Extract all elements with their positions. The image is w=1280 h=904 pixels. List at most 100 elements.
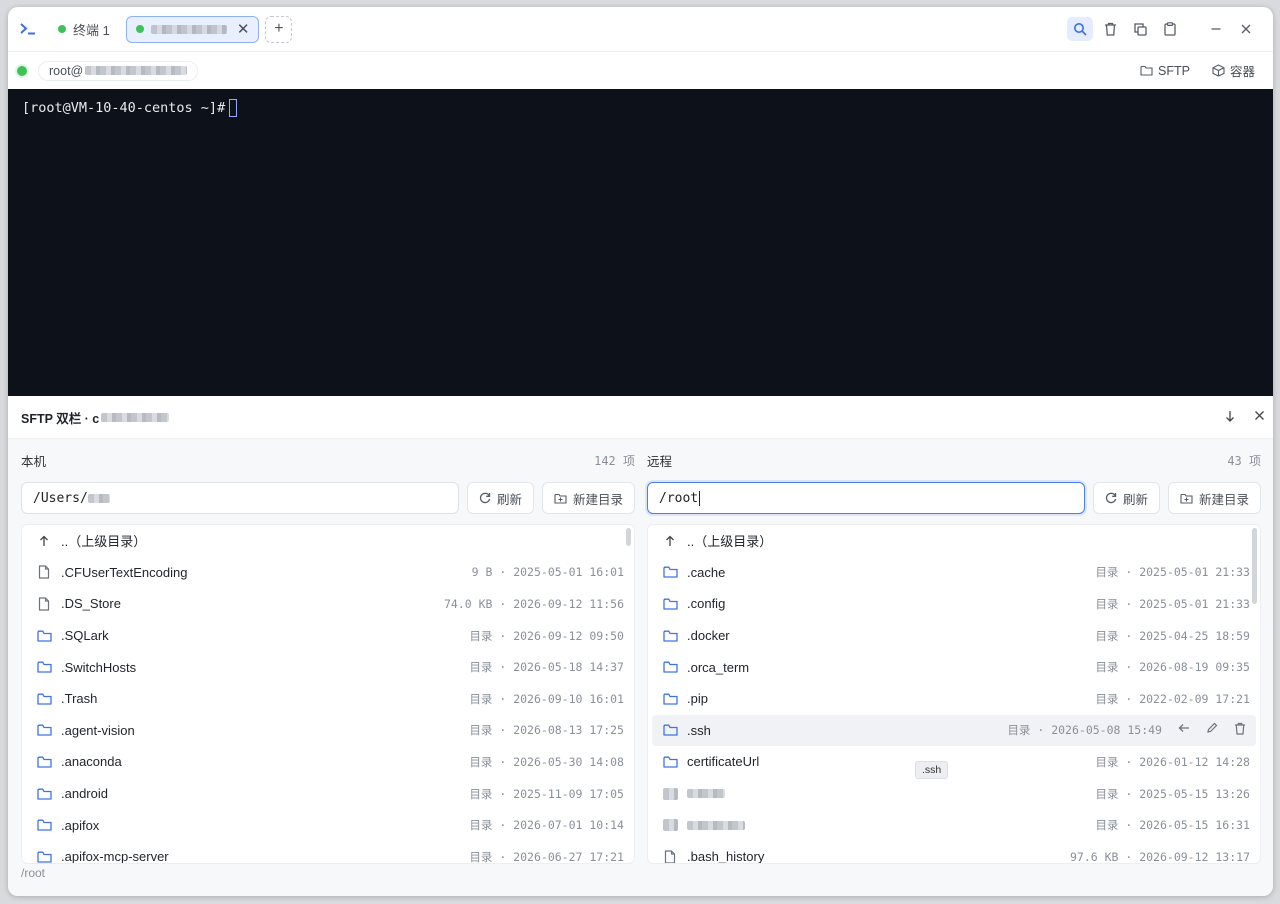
directory-row[interactable]: .anaconda 目录 · 2026-05-30 14:08	[22, 746, 634, 778]
row-meta: 目录 · 2025-04-25 18:59	[1095, 628, 1250, 643]
delete-trash-icon[interactable]	[1234, 722, 1246, 738]
local-path-input[interactable]: /Users/	[21, 482, 459, 514]
session-bar: root@ SFTP 容器	[8, 52, 1273, 89]
close-panel-icon[interactable]	[1254, 410, 1265, 425]
redacted-username	[87, 493, 110, 503]
folder-icon	[662, 659, 678, 675]
row-meta: 74.0 KB · 2026-09-12 11:56	[443, 596, 624, 611]
sftp-title: SFTP 双栏 · c	[21, 411, 100, 426]
directory-row[interactable]: .SwitchHosts 目录 · 2026-05-18 14:37	[22, 651, 634, 683]
directory-row[interactable]: .config 目录 · 2025-05-01 21:33	[648, 588, 1260, 620]
sftp-toggle-button[interactable]: SFTP	[1140, 61, 1190, 80]
terminal-logo-icon	[8, 7, 48, 52]
close-tab-icon[interactable]: ✕	[237, 20, 250, 38]
row-name: .docker	[687, 628, 730, 644]
toolbar-actions	[1067, 17, 1273, 41]
file-icon	[36, 564, 52, 580]
directory-row[interactable]: .agent-vision 目录 · 2026-08-13 17:25	[22, 715, 634, 747]
row-name: .cache	[687, 564, 726, 580]
local-file-list[interactable]: ..（上级目录） .CFUserTextEncoding 9 B · 2025-05…	[21, 524, 635, 864]
tab-remote-session[interactable]: ✕	[125, 15, 260, 43]
folder-icon	[36, 691, 52, 707]
folder-icon	[36, 722, 52, 738]
directory-row[interactable]: .Trash 目录 · 2026-09-10 16:01	[22, 683, 634, 715]
row-meta: 目录 · 2026-09-10 16:01	[469, 691, 624, 706]
clipboard-icon[interactable]	[1157, 17, 1183, 41]
sftp-header: SFTP 双栏 · c	[8, 396, 1273, 439]
file-row[interactable]: .CFUserTextEncoding 9 B · 2025-05-01 16:0…	[22, 557, 634, 589]
container-button[interactable]: 容器	[1212, 61, 1255, 80]
directory-row[interactable]: .pip 目录 · 2022-02-09 17:21	[648, 683, 1260, 715]
directory-row[interactable]: .android 目录 · 2025-11-09 17:05	[22, 778, 634, 810]
remote-pane: 远程 43 项 /root 刷新 新建目录 .ssh ..（上级目录） .cac…	[647, 451, 1261, 864]
download-arrow-icon[interactable]	[1178, 722, 1190, 738]
close-window-icon[interactable]	[1233, 17, 1259, 41]
rename-pencil-icon[interactable]	[1206, 722, 1218, 738]
local-refresh-button[interactable]: 刷新	[466, 482, 534, 514]
file-row[interactable]: .bash_history 97.6 KB · 2026-09-12 13:17	[648, 841, 1260, 864]
remote-path-input[interactable]: /root	[647, 482, 1085, 514]
box-icon	[1212, 64, 1225, 77]
copy-icon[interactable]	[1127, 17, 1153, 41]
host-prefix: root@	[49, 63, 84, 78]
row-name: .bash_history	[687, 849, 765, 864]
redacted-host-label	[150, 24, 227, 34]
row-meta: 目录 · 2025-11-09 17:05	[469, 786, 624, 801]
host-badge: root@	[38, 60, 199, 81]
add-tab-button[interactable]: +	[265, 15, 293, 43]
remote-refresh-button[interactable]: 刷新	[1092, 482, 1160, 514]
search-icon[interactable]	[1067, 17, 1093, 41]
tab-terminal-1[interactable]: 终端 1	[48, 16, 120, 43]
directory-row[interactable]: 目录 · 2025-05-15 13:26	[648, 778, 1260, 810]
directory-row[interactable]: .docker 目录 · 2025-04-25 18:59	[648, 620, 1260, 652]
remote-new-folder-button[interactable]: 新建目录	[1167, 482, 1261, 514]
new-folder-label: 新建目录	[1198, 492, 1249, 507]
directory-row[interactable]: .apifox 目录 · 2026-07-01 10:14	[22, 809, 634, 841]
remote-file-list[interactable]: .ssh ..（上级目录） .cache 目录 · 2025-05-01 21:33…	[647, 524, 1261, 864]
parent-directory-row[interactable]: ..（上级目录）	[648, 525, 1260, 557]
sftp-panel: SFTP 双栏 · c 本机 142 项 /Users/ 刷新 新建目录 ..（…	[8, 396, 1273, 896]
directory-row[interactable]: .ssh 目录 · 2026-05-08 15:49	[652, 714, 1256, 747]
folder-icon	[36, 754, 52, 770]
remote-pane-label: 远程	[647, 454, 673, 469]
redacted-icon	[662, 817, 678, 833]
parent-directory-row[interactable]: ..（上级目录）	[22, 525, 634, 557]
folder-icon	[662, 754, 678, 770]
local-pane: 本机 142 项 /Users/ 刷新 新建目录 ..（上级目录） .CFUse…	[21, 451, 635, 864]
directory-row[interactable]: .orca_term 目录 · 2026-08-19 09:35	[648, 651, 1260, 683]
folder-icon	[1140, 65, 1153, 76]
directory-row[interactable]: 目录 · 2026-05-15 16:31	[648, 809, 1260, 841]
terminal-view[interactable]: [root@VM-10-40-centos ~]#	[8, 89, 1273, 396]
folder-icon	[662, 722, 678, 738]
row-actions	[1178, 722, 1246, 738]
row-name: .CFUserTextEncoding	[61, 564, 188, 580]
row-meta: 目录 · 2025-05-01 21:33	[1095, 596, 1250, 611]
directory-row[interactable]: certificateUrl 目录 · 2026-01-12 14:28	[648, 746, 1260, 778]
tab-label: 终端 1	[73, 22, 110, 38]
redacted-sftp-host	[101, 412, 170, 422]
terminal-cursor	[229, 99, 238, 117]
folder-icon	[662, 691, 678, 707]
trash-icon[interactable]	[1097, 17, 1123, 41]
status-dot-icon	[135, 25, 144, 33]
new-folder-icon	[1180, 493, 1193, 504]
connection-status-icon	[17, 65, 27, 76]
arrow-up-icon	[36, 533, 52, 549]
terminal-prompt-line: [root@VM-10-40-centos ~]#	[22, 99, 1259, 117]
folder-icon	[662, 628, 678, 644]
file-icon	[36, 596, 52, 612]
file-row[interactable]: .DS_Store 74.0 KB · 2026-09-12 11:56	[22, 588, 634, 620]
row-meta: 目录 · 2026-06-27 17:21	[469, 849, 624, 864]
local-path-value: /Users/	[33, 490, 88, 506]
row-name: .apifox	[61, 817, 100, 833]
redacted-name	[687, 820, 745, 830]
collapse-panel-icon[interactable]	[1224, 410, 1236, 425]
local-new-folder-button[interactable]: 新建目录	[541, 482, 635, 514]
minimize-icon[interactable]	[1203, 17, 1229, 41]
directory-row[interactable]: .SQLark 目录 · 2026-09-12 09:50	[22, 620, 634, 652]
row-name: ..（上级目录）	[61, 534, 147, 550]
row-name: .apifox-mcp-server	[61, 849, 169, 864]
directory-row[interactable]: .apifox-mcp-server 目录 · 2026-06-27 17:21	[22, 841, 634, 864]
directory-row[interactable]: .cache 目录 · 2025-05-01 21:33	[648, 557, 1260, 589]
local-pane-label: 本机	[21, 454, 47, 469]
